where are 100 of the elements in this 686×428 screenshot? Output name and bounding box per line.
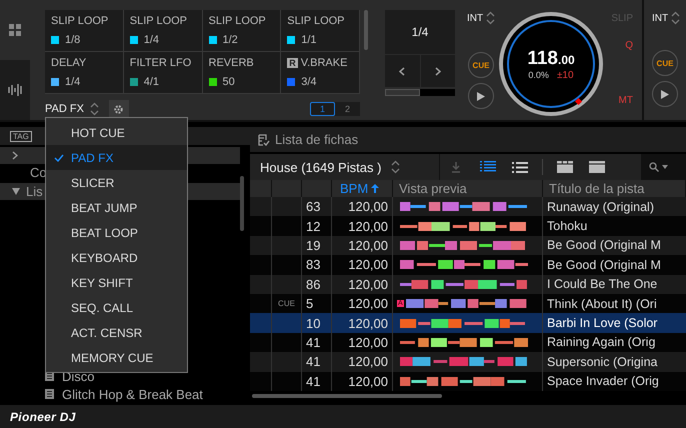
table-cell: 120,00 [348, 276, 388, 292]
caret-icon [662, 165, 668, 169]
pad-value: 4/1 [144, 76, 160, 88]
pad-value: 1/4 [65, 76, 80, 88]
column-header[interactable]: Título de la pista [549, 181, 644, 196]
expanded-arrow-icon[interactable] [12, 188, 20, 195]
track-row[interactable]: 86 120,00 I Could Be The One [250, 274, 686, 294]
track-row[interactable]: 83 120,00 Be Good (Original M [250, 255, 686, 275]
sort-arrows-icon[interactable] [90, 102, 99, 116]
table-cell: 83 [306, 257, 320, 272]
pad-name: REVERB [208, 57, 254, 69]
list-icon [480, 161, 496, 173]
sync-mode-label[interactable]: INT [466, 12, 484, 24]
menu-item[interactable]: ACT. CENSR [46, 320, 187, 345]
cue-button[interactable]: CUE [652, 50, 678, 76]
chevron-right-icon [434, 66, 441, 76]
track-row[interactable]: 41 120,00 Raining Again (Orig [250, 332, 686, 352]
sort-arrows-icon[interactable] [671, 11, 680, 25]
pad[interactable]: SLIP LOOP 1/1 [281, 10, 360, 52]
pad[interactable]: FILTER LFO 4/1 [124, 52, 202, 94]
sort-arrows-icon[interactable] [391, 160, 400, 174]
column-header[interactable]: Vista previa [399, 181, 467, 196]
waveform-icon[interactable] [8, 83, 22, 97]
pad-name: V.BRAKE [300, 57, 348, 69]
table-cell: 120,00 [348, 238, 388, 253]
cue-button[interactable]: CUE [468, 52, 494, 78]
track-row[interactable]: 19 120,00 Be Good (Original M [250, 236, 686, 256]
pad-value: 1/1 [301, 34, 317, 46]
tree-item[interactable]: Lis [26, 184, 43, 199]
download-icon [451, 162, 461, 172]
play-button[interactable] [652, 81, 678, 107]
scrollbar[interactable] [364, 10, 368, 50]
table-cell: 86 [306, 276, 320, 292]
table-cell: 120,00 [348, 374, 388, 389]
playlist-item[interactable]: Glitch Hop & Break Beat [62, 386, 203, 402]
table-cell: Tohoku [547, 219, 588, 234]
logo: Pioneer DJ [10, 410, 76, 424]
menu-item[interactable]: BEAT LOOP [46, 220, 187, 245]
pad-value: 3/4 [301, 76, 317, 88]
table-cell: 5 [306, 296, 314, 312]
sort-arrows-icon[interactable] [486, 11, 496, 25]
pad-name: SLIP LOOP [130, 15, 188, 27]
panel-title: Lista de fichas [275, 132, 358, 147]
track-row[interactable]: 63 120,00 Runaway (Original) [250, 197, 686, 216]
table-cell: 120,00 [348, 354, 388, 370]
table-cell: Be Good (Original M [547, 238, 661, 252]
list-icon [512, 161, 528, 173]
menu-item[interactable]: PAD FX [46, 145, 187, 170]
table-cell: 12 [306, 218, 320, 234]
layout-icon [557, 161, 573, 173]
pad-value: 1/4 [144, 34, 160, 46]
pad[interactable]: REVERB 50 [202, 52, 282, 94]
page-button[interactable]: 1 [310, 102, 335, 116]
table-cell: Barbi In Love (Solor [547, 316, 658, 330]
pad-name: SLIP LOOP [287, 15, 345, 27]
table-cell: 120,00 [348, 316, 388, 331]
menu-item[interactable]: MEMORY CUE [46, 345, 187, 370]
track-row[interactable]: 12 120,00 Tohoku [250, 216, 686, 236]
play-button[interactable] [468, 83, 494, 109]
table-cell: Be Good (Original M [547, 258, 661, 272]
pad-mode-label[interactable]: PAD FX [45, 103, 84, 115]
position-marker [574, 98, 582, 106]
pad[interactable]: SLIP LOOP 1/4 [124, 10, 202, 52]
menu-item[interactable]: SLICER [46, 170, 187, 195]
table-cell: 19 [306, 238, 320, 253]
settings-button[interactable] [108, 100, 129, 118]
menu-item[interactable]: SEQ. CALL [46, 295, 187, 320]
table-cell: 120,00 [348, 199, 388, 214]
pad[interactable]: DELAY 1/4 [45, 52, 124, 94]
menu-item[interactable]: KEYBOARD [46, 245, 187, 270]
track-row[interactable]: 41 120,00 Space Invader (Orig [250, 372, 686, 391]
pad[interactable]: R V.BRAKE 3/4 [281, 52, 360, 94]
chevron-left-icon [399, 66, 406, 76]
pitch-value: 0.0% [528, 70, 549, 80]
list-check-icon [258, 134, 270, 146]
track-row[interactable]: 41 120,00 Supersonic (Origina [250, 352, 686, 372]
pad-badge: R [287, 58, 298, 68]
play-icon [477, 92, 485, 100]
column-header[interactable]: BPM [340, 181, 368, 196]
jog-wheel[interactable]: 118.00 0.0% ±10 [499, 12, 603, 116]
menu-item[interactable]: BEAT JUMP [46, 195, 187, 220]
table-cell: 41 [306, 354, 320, 370]
scrollbar[interactable] [240, 176, 244, 231]
search-field[interactable] [641, 154, 686, 180]
pad[interactable]: SLIP LOOP 1/2 [202, 10, 282, 52]
track-row[interactable]: 10 120,00 Barbi In Love (Solor [250, 313, 686, 333]
table-cell: Space Invader (Orig [547, 374, 659, 388]
layout-icon [589, 161, 605, 173]
menu-item[interactable]: HOT CUE [46, 120, 187, 145]
playlist-selector[interactable]: House (1649 Pistas ) [260, 160, 382, 174]
sync-mode-label[interactable]: INT [652, 12, 668, 24]
scrollbar[interactable] [252, 394, 442, 398]
table-cell: 120,00 [348, 334, 388, 350]
pad[interactable]: SLIP LOOP 1/8 [45, 10, 124, 52]
grid-icon[interactable] [9, 24, 21, 36]
tag-button[interactable]: TAG [10, 130, 32, 142]
pad-value: 1/2 [222, 34, 238, 46]
pad-value: 1/8 [65, 34, 80, 46]
play-icon [661, 90, 669, 98]
menu-item[interactable]: KEY SHIFT [46, 270, 187, 295]
